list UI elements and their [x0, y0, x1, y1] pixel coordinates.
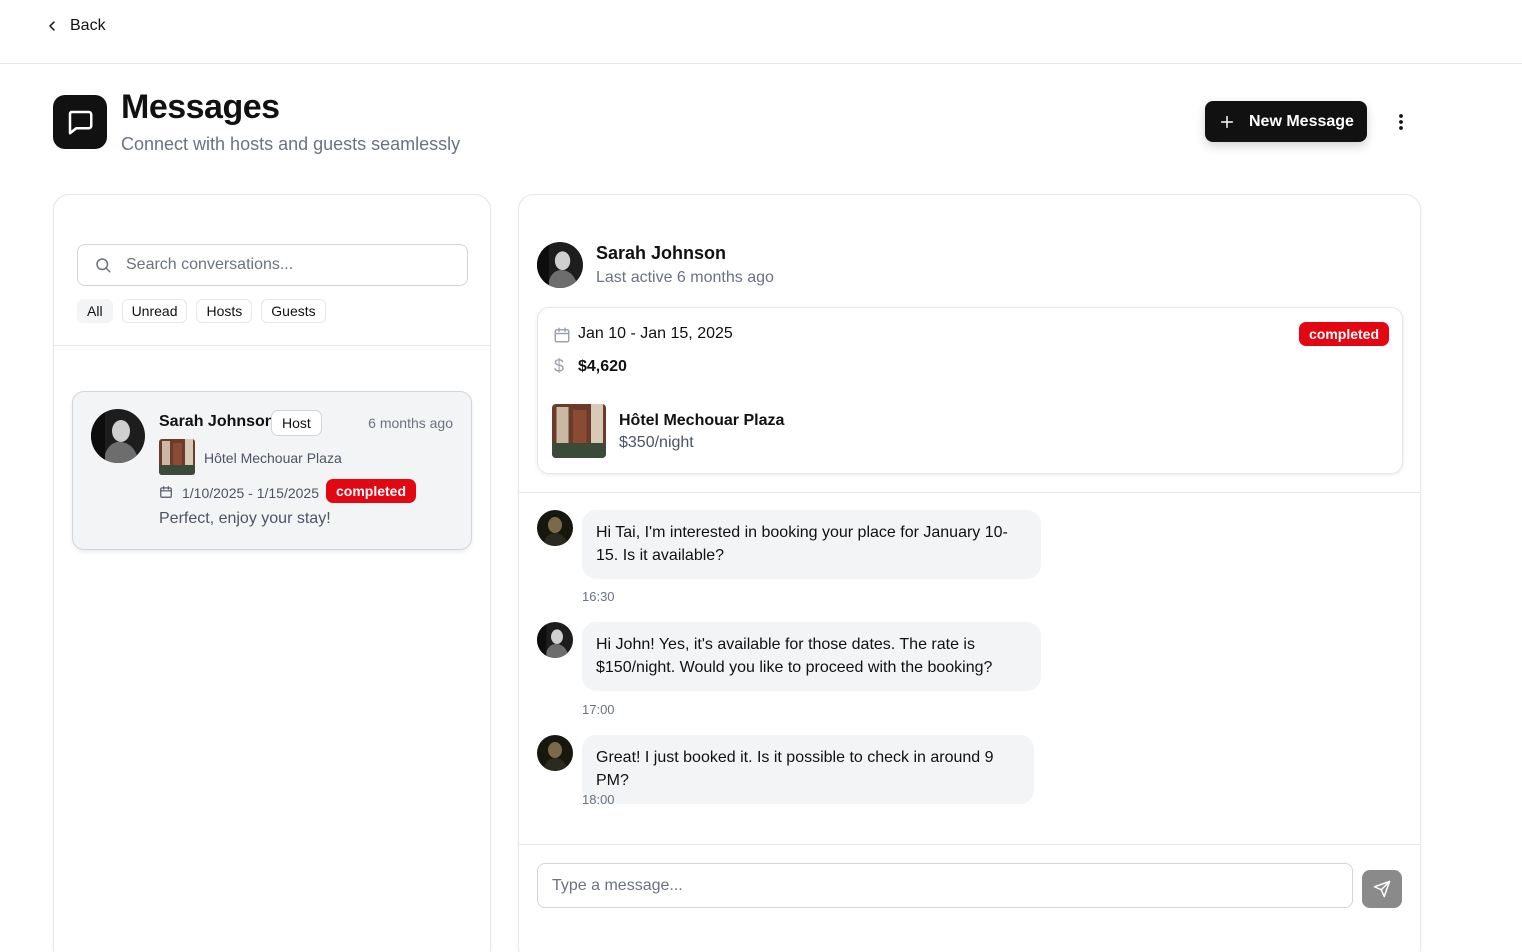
- conversation-time: 6 months ago: [368, 415, 453, 431]
- chat-bubble-icon: [68, 110, 93, 135]
- booking-status-badge: completed: [1298, 322, 1389, 346]
- message-avatar: [537, 735, 573, 771]
- page-subtitle: Connect with hosts and guests seamlessly: [121, 134, 461, 154]
- send-button[interactable]: [1362, 870, 1402, 908]
- message-time: 16:30: [582, 589, 615, 604]
- send-icon: [1373, 880, 1391, 898]
- filter-hosts[interactable]: Hosts: [196, 299, 253, 323]
- conversation-hotel: Hôtel Mechouar Plaza: [204, 450, 342, 466]
- messages-logo: [53, 95, 107, 149]
- search-input[interactable]: [126, 256, 446, 274]
- new-message-label: New Message: [1249, 112, 1354, 130]
- booking-rate: $350/night: [619, 434, 694, 451]
- message-bubble: Hi John! Yes, it's available for those d…: [582, 622, 1041, 691]
- message-input[interactable]: [552, 876, 1332, 895]
- divider: [519, 492, 1420, 493]
- filter-unread[interactable]: Unread: [121, 299, 188, 323]
- top-bar: Back: [0, 0, 1522, 64]
- hotel-thumbnail: [159, 439, 195, 475]
- filter-guests[interactable]: Guests: [261, 299, 326, 323]
- back-label: Back: [70, 17, 106, 34]
- more-options-button[interactable]: [1389, 110, 1413, 134]
- role-badge: Host: [271, 410, 322, 436]
- more-vertical-icon: [1399, 114, 1403, 130]
- back-button[interactable]: Back: [44, 17, 106, 35]
- page-title: Messages: [121, 88, 280, 126]
- booking-card: Jan 10 - Jan 15, 2025 completed $ $4,620…: [537, 307, 1403, 474]
- plus-icon: [1220, 115, 1234, 128]
- chat-contact-name: Sarah Johnson: [596, 243, 727, 263]
- dollar-icon: $: [554, 356, 565, 376]
- divider: [519, 844, 1420, 845]
- search-icon: [96, 258, 111, 273]
- conversation-name: Sarah Johnson: [159, 413, 275, 430]
- calendar-icon: [160, 486, 172, 498]
- hotel-image: [552, 404, 606, 458]
- conversation-list-panel: All Unread Hosts Guests Sarah Johnson Ho…: [53, 194, 491, 952]
- booking-total: $4,620: [578, 358, 627, 375]
- chevron-left-icon: [49, 21, 55, 31]
- message-time: 18:00: [582, 792, 615, 807]
- filter-chips: All Unread Hosts Guests: [77, 299, 326, 323]
- message-composer: [537, 863, 1353, 908]
- calendar-icon: [554, 327, 570, 343]
- filter-all[interactable]: All: [77, 299, 113, 323]
- conversation-dates: 1/10/2025 - 1/15/2025: [182, 485, 320, 501]
- booking-dates: Jan 10 - Jan 15, 2025: [578, 325, 733, 342]
- message-time: 17:00: [582, 702, 615, 717]
- chat-avatar: [537, 242, 583, 288]
- search-box: [77, 244, 468, 286]
- booking-hotel-name: Hôtel Mechouar Plaza: [619, 412, 785, 429]
- avatar: [91, 409, 145, 463]
- message-bubble: Hi Tai, I'm interested in booking your p…: [582, 510, 1041, 579]
- message-bubble: Great! I just booked it. Is it possible …: [582, 735, 1034, 804]
- conversation-preview: Perfect, enjoy your stay!: [159, 510, 331, 527]
- conversation-item[interactable]: Sarah Johnson Host 6 months ago Hôtel Me…: [72, 391, 472, 550]
- status-badge: completed: [326, 479, 417, 503]
- message-avatar: [537, 510, 573, 546]
- divider: [54, 345, 490, 346]
- new-message-button[interactable]: New Message: [1205, 101, 1367, 142]
- last-active: Last active 6 months ago: [596, 269, 774, 286]
- message-avatar: [537, 622, 573, 658]
- chat-panel: Sarah Johnson Last active 6 months ago J…: [518, 194, 1421, 952]
